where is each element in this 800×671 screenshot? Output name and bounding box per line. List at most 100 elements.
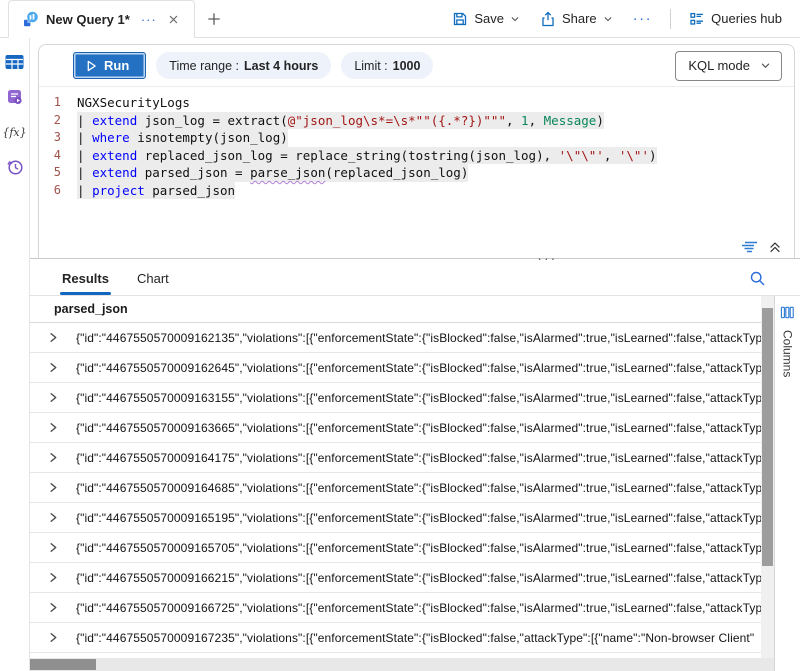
run-label: Run [104, 58, 129, 73]
row-expand-icon[interactable] [30, 332, 76, 343]
time-range-label: Time range : [169, 59, 239, 73]
tab-new-query-1[interactable]: New Query 1* ··· [8, 0, 195, 38]
results-grid: parsed_json {"id":"4467550570009162135",… [30, 296, 761, 671]
columns-icon[interactable] [780, 305, 795, 320]
main-panel: Run Time range : Last 4 hours Limit : 10… [30, 38, 800, 671]
table-row[interactable]: {"id":"4467550570009164685","violations"… [30, 473, 761, 503]
row-json-value: {"id":"4467550570009166215","violations"… [76, 571, 761, 585]
row-expand-icon[interactable] [30, 392, 76, 403]
results-tab-strip: Results Chart [30, 259, 800, 296]
more-actions-button[interactable]: ··· [625, 10, 661, 27]
kql-mode-selector[interactable]: KQL mode [675, 51, 782, 81]
editor-footer [39, 236, 794, 258]
row-json-value: {"id":"4467550570009163155","violations"… [76, 391, 761, 405]
code-line[interactable]: 4| extend replaced_json_log = replace_st… [39, 147, 794, 165]
tab-chart[interactable]: Chart [127, 263, 179, 295]
table-row[interactable]: {"id":"4467550570009165705","violations"… [30, 533, 761, 563]
table-icon[interactable] [5, 52, 25, 72]
row-expand-icon[interactable] [30, 482, 76, 493]
queries-hub-label: Queries hub [711, 11, 782, 26]
kql-mode-value: KQL mode [688, 58, 750, 73]
left-rail: {fx} [0, 38, 30, 671]
row-json-value: {"id":"4467550570009166725","violations"… [76, 601, 761, 615]
line-number: 3 [39, 129, 77, 147]
columns-panel-label[interactable]: Columns [781, 330, 795, 377]
tab-close-icon[interactable] [164, 9, 184, 29]
format-lines-icon[interactable] [741, 240, 758, 254]
code-line[interactable]: 5| extend parsed_json = parse_json(repla… [39, 164, 794, 182]
tab-results[interactable]: Results [52, 263, 119, 295]
column-header-parsed-json[interactable]: parsed_json [30, 296, 761, 323]
saved-queries-icon[interactable] [5, 87, 25, 107]
chevron-down-icon [760, 60, 771, 71]
limit-value: 1000 [393, 59, 421, 73]
code-line[interactable]: 6| project parsed_json [39, 182, 794, 200]
row-expand-icon[interactable] [30, 572, 76, 583]
results-pane: Results Chart parsed_json {"id":"4467550… [30, 258, 800, 671]
time-range-value: Last 4 hours [244, 59, 318, 73]
row-expand-icon[interactable] [30, 542, 76, 553]
table-row[interactable]: {"id":"4467550570009167235","violations"… [30, 623, 761, 653]
columns-side-panel: Columns [774, 296, 800, 671]
code-text: | project parsed_json [77, 182, 235, 200]
query-editor[interactable]: 1NGXSecurityLogs2| extend json_log = ext… [39, 87, 794, 236]
table-row[interactable]: {"id":"4467550570009166725","violations"… [30, 593, 761, 623]
history-icon[interactable] [5, 157, 25, 177]
row-expand-icon[interactable] [30, 452, 76, 463]
row-expand-icon[interactable] [30, 632, 76, 643]
horizontal-scrollbar[interactable] [30, 658, 774, 671]
row-expand-icon[interactable] [30, 512, 76, 523]
horizontal-scrollbar-thumb[interactable] [30, 659, 96, 670]
code-line[interactable]: 1NGXSecurityLogs [39, 94, 794, 112]
chevron-down-icon [510, 14, 520, 24]
tab-bar-actions: Save Share ··· [444, 0, 800, 37]
save-button[interactable]: Save [444, 7, 528, 31]
row-json-value: {"id":"4467550570009163665","violations"… [76, 421, 761, 435]
table-row[interactable]: {"id":"4467550570009162135","violations"… [30, 323, 761, 353]
table-row[interactable]: {"id":"4467550570009164175","violations"… [30, 443, 761, 473]
query-tab-bar: New Query 1* ··· Save [0, 0, 800, 38]
collapse-query-pane-icon[interactable] [768, 240, 782, 254]
code-text: | extend parsed_json = parse_json(replac… [77, 164, 468, 182]
save-label: Save [474, 11, 504, 26]
vertical-scrollbar[interactable] [761, 296, 774, 658]
search-icon[interactable] [749, 270, 766, 287]
run-button[interactable]: Run [73, 52, 146, 79]
adx-query-icon [23, 11, 39, 27]
divider [670, 9, 671, 29]
limit-filter[interactable]: Limit : 1000 [341, 52, 433, 79]
row-expand-icon[interactable] [30, 422, 76, 433]
line-number: 1 [39, 94, 77, 112]
row-json-value: {"id":"4467550570009167235","violations"… [76, 631, 761, 645]
row-json-value: {"id":"4467550570009165705","violations"… [76, 541, 761, 555]
save-icon [452, 11, 468, 27]
line-number: 5 [39, 164, 77, 182]
table-row[interactable]: {"id":"4467550570009163155","violations"… [30, 383, 761, 413]
queries-hub-button[interactable]: Queries hub [681, 7, 790, 31]
table-row[interactable]: {"id":"4467550570009166215","violations"… [30, 563, 761, 593]
row-json-value: {"id":"4467550570009164175","violations"… [76, 451, 761, 465]
code-line[interactable]: 2| extend json_log = extract(@"json_log\… [39, 112, 794, 130]
line-number: 4 [39, 147, 77, 165]
azure-data-explorer-window: New Query 1* ··· Save [0, 0, 800, 671]
vertical-scrollbar-thumb[interactable] [762, 308, 773, 566]
row-json-value: {"id":"4467550570009165195","violations"… [76, 511, 761, 525]
functions-icon[interactable]: {fx} [5, 122, 25, 142]
new-tab-button[interactable] [195, 0, 233, 37]
row-expand-icon[interactable] [30, 362, 76, 373]
table-row[interactable]: {"id":"4467550570009162645","violations"… [30, 353, 761, 383]
row-expand-icon[interactable] [30, 602, 76, 613]
limit-label: Limit : [354, 59, 387, 73]
table-row[interactable]: {"id":"4467550570009165195","violations"… [30, 503, 761, 533]
tab-more-button[interactable]: ··· [141, 12, 157, 27]
code-line[interactable]: 3| where isnotempty(json_log) [39, 129, 794, 147]
share-icon [540, 11, 556, 27]
row-json-value: {"id":"4467550570009162645","violations"… [76, 361, 761, 375]
row-json-value: {"id":"4467550570009162135","violations"… [76, 331, 761, 345]
time-range-filter[interactable]: Time range : Last 4 hours [156, 52, 331, 79]
chevron-down-icon [603, 14, 613, 24]
grid-rows: {"id":"4467550570009162135","violations"… [30, 323, 761, 658]
table-row[interactable]: {"id":"4467550570009163665","violations"… [30, 413, 761, 443]
share-button[interactable]: Share [532, 7, 621, 31]
results-grid-area: parsed_json {"id":"4467550570009162135",… [30, 296, 800, 671]
